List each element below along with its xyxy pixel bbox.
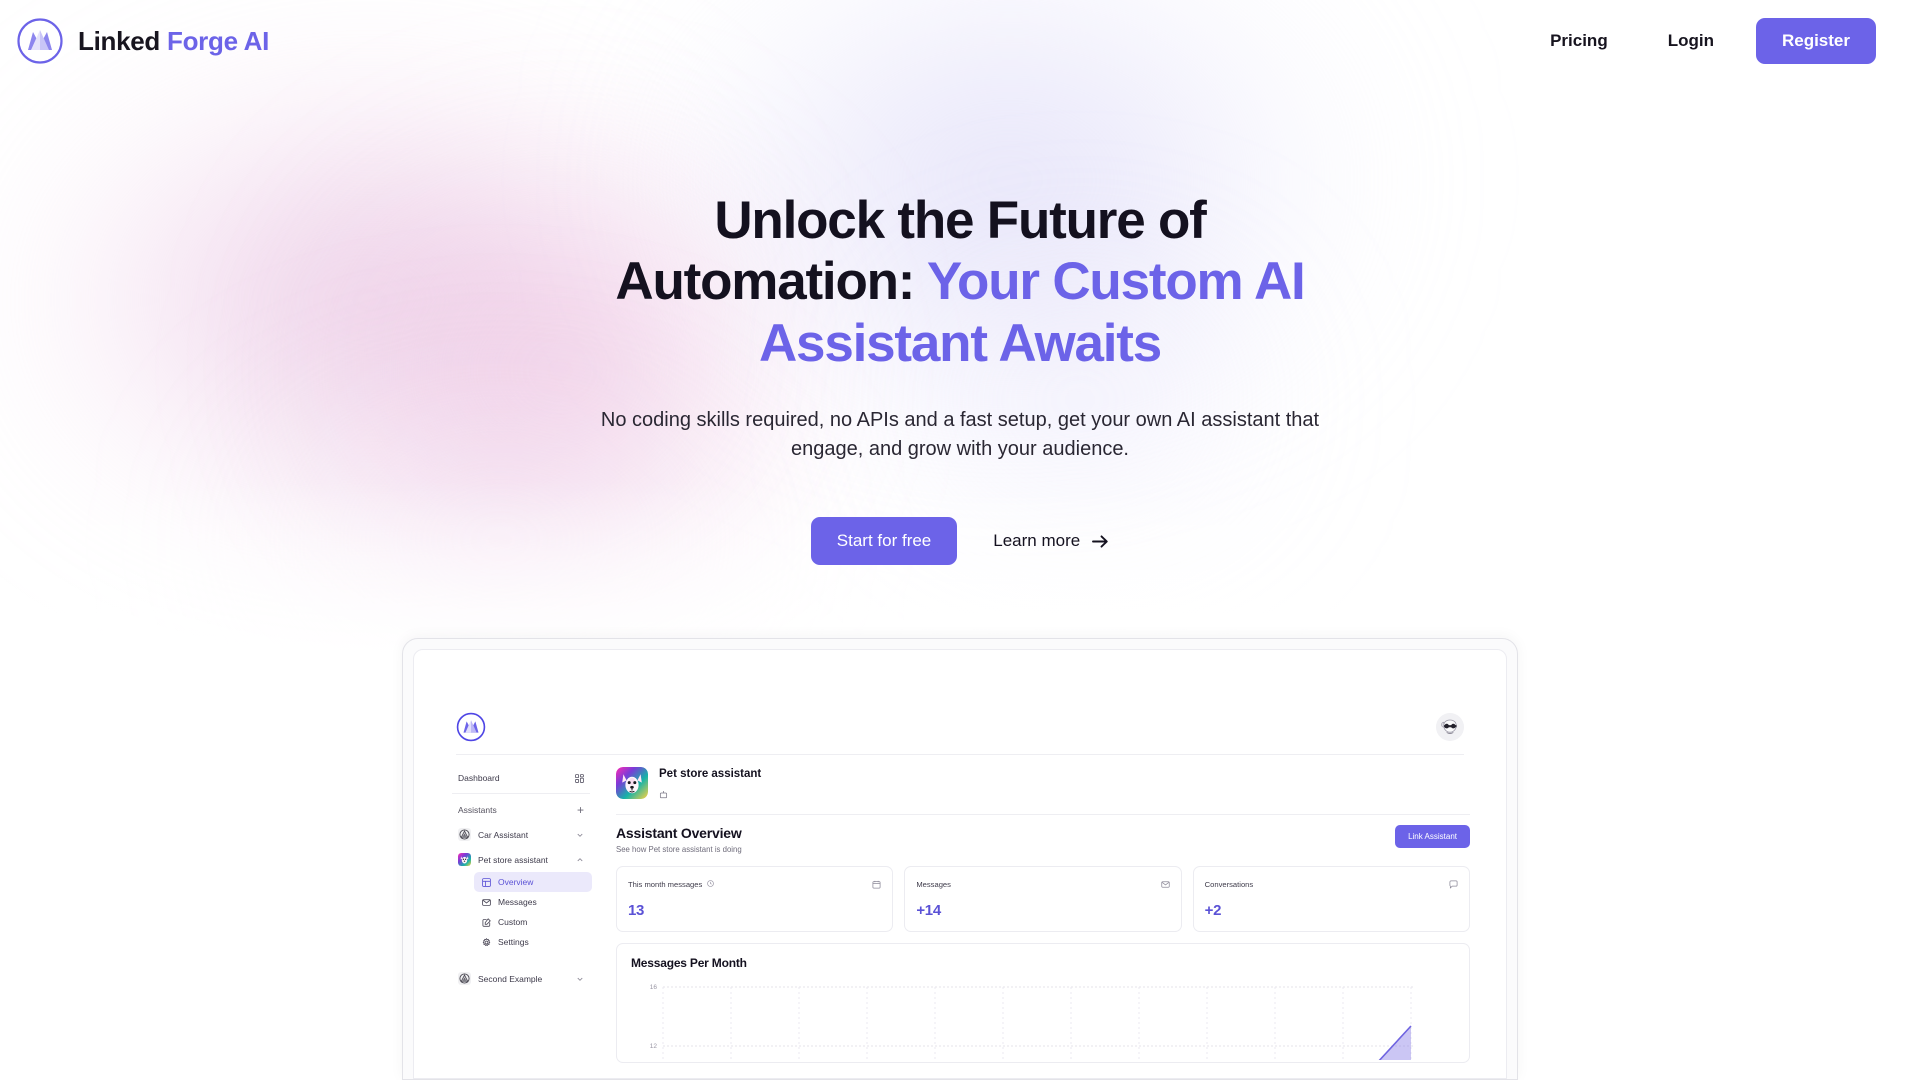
brand-word-two: Forge AI <box>167 25 270 56</box>
sidebar-subitem-overview[interactable]: Overview <box>474 872 592 892</box>
sidebar-sublabel-messages: Messages <box>498 897 537 907</box>
sidebar-subitem-settings[interactable]: Settings <box>474 932 592 952</box>
sidebar-divider <box>452 793 590 794</box>
landing-page: Linked Forge AI Pricing Login Register U… <box>0 0 1920 1080</box>
app-body: Dashboard Assistants + Car Assistant Pet… <box>450 755 1470 1063</box>
nav-link-pricing[interactable]: Pricing <box>1520 21 1638 61</box>
chart-title: Messages Per Month <box>631 955 747 970</box>
stat-label-this-month-messages: This month messages <box>628 880 703 890</box>
overview-title: Assistant Overview <box>616 824 742 841</box>
sidebar-label-pet-store-assistant: Pet store assistant <box>478 854 548 865</box>
plus-icon[interactable]: + <box>577 804 584 816</box>
stat-value-this-month-messages: 13 <box>628 901 645 919</box>
stat-card-group: This month messages 13 Messages +14 Conv… <box>616 865 1470 932</box>
user-avatar-icon[interactable] <box>1436 713 1464 741</box>
chart-ytick-16: 16 <box>650 984 658 991</box>
chevron-down-icon <box>576 975 584 983</box>
hero-title: Unlock the Future of Automation: Your Cu… <box>600 190 1320 374</box>
chart-area-fill <box>1379 1025 1411 1060</box>
edit-square-icon <box>482 917 491 927</box>
app-main: Pet store assistant Assistant Overview S… <box>602 767 1470 1063</box>
app-header <box>456 712 1464 755</box>
chart-line-messages <box>1378 1025 1412 1060</box>
sidebar-item-dashboard[interactable]: Dashboard <box>450 767 592 789</box>
start-for-free-button[interactable]: Start for free <box>810 517 958 566</box>
chart-ytick-12: 12 <box>650 1043 658 1050</box>
nav-link-login[interactable]: Login <box>1638 21 1744 61</box>
second-example-avatar <box>458 972 471 985</box>
sidebar-item-car-assistant[interactable]: Car Assistant <box>450 822 592 847</box>
chart-svg: 16 12 <box>650 984 1415 1060</box>
chat-bubble-icon <box>1449 876 1458 894</box>
brand-word-one: Linked <box>78 25 160 56</box>
pet-store-assistant-avatar <box>458 853 471 866</box>
sidebar-section-assistants: Assistants + <box>450 798 592 822</box>
sidebar-label-second-example: Second Example <box>478 973 543 984</box>
sidebar-label-assistants: Assistants <box>458 805 497 815</box>
laptop-frame: Dashboard Assistants + Car Assistant Pet… <box>402 638 1518 1080</box>
stat-label-messages: Messages <box>916 880 951 890</box>
stat-card-conversations: Conversations +2 <box>1192 865 1470 932</box>
stat-label-conversations: Conversations <box>1204 880 1254 890</box>
sidebar-item-pet-store-assistant[interactable]: Pet store assistant <box>450 847 592 872</box>
assistant-name: Pet store assistant <box>659 768 762 780</box>
robot-icon <box>659 786 761 804</box>
mail-icon <box>482 898 491 907</box>
sidebar-sublabel-custom: Custom <box>498 917 528 927</box>
brand[interactable]: Linked Forge AI <box>16 17 269 65</box>
hero-title-line-1: Unlock the Future of <box>714 191 1206 250</box>
hero-cta-group: Start for free Learn more <box>0 517 1920 566</box>
learn-more-label: Learn more <box>993 531 1081 551</box>
dashboard-grid-icon <box>575 773 584 783</box>
chevron-up-icon <box>576 856 584 864</box>
sidebar-subitem-custom[interactable]: Custom <box>474 912 592 932</box>
stat-card-messages: Messages +14 <box>904 865 1182 932</box>
hero-subtitle-line-2: engage, and grow with your audience. <box>790 437 1129 460</box>
info-clock-icon[interactable] <box>707 880 715 889</box>
sidebar-sublabel-overview: Overview <box>498 877 534 887</box>
link-assistant-button[interactable]: Link Assistant <box>1395 824 1470 848</box>
hero-title-line-3-accent: Assistant Awaits <box>758 313 1162 373</box>
stat-value-messages: +14 <box>916 901 941 919</box>
stat-card-this-month-messages: This month messages 13 <box>616 865 894 932</box>
sidebar-item-second-example[interactable]: Second Example <box>450 966 592 991</box>
overview-subtitle: See how Pet store assistant is doing <box>616 844 742 854</box>
dog-avatar-icon <box>616 767 648 799</box>
stat-value-conversations: +2 <box>1204 901 1222 919</box>
hero-section: Unlock the Future of Automation: Your Cu… <box>0 82 1920 566</box>
assistant-header: Pet store assistant <box>616 767 1470 814</box>
hero-title-line-2-plain: Automation: <box>615 252 927 312</box>
brand-name: Linked Forge AI <box>78 26 269 57</box>
app-logo-icon[interactable] <box>456 712 486 742</box>
hero-subtitle-line-1: No coding skills required, no APIs and a… <box>600 409 1320 432</box>
app-sidebar: Dashboard Assistants + Car Assistant Pet… <box>450 767 602 1063</box>
car-assistant-avatar <box>458 828 471 841</box>
sidebar-subitem-messages[interactable]: Messages <box>474 892 592 912</box>
hero-subtitle: No coding skills required, no APIs and a… <box>580 406 1340 463</box>
arrow-right-icon <box>1092 534 1109 549</box>
sidebar-label-dashboard: Dashboard <box>458 773 500 783</box>
top-navigation-bar: Linked Forge AI Pricing Login Register <box>0 0 1920 82</box>
hero-title-line-2-accent: Your Custom AI <box>926 252 1306 312</box>
linkedforge-logo-icon <box>16 17 64 65</box>
chevron-down-icon <box>576 831 584 839</box>
sidebar-label-car-assistant: Car Assistant <box>478 829 529 840</box>
mail-icon <box>1161 876 1170 894</box>
layout-icon <box>482 877 491 887</box>
learn-more-button[interactable]: Learn more <box>993 531 1109 551</box>
overview-header: Assistant Overview See how Pet store ass… <box>616 815 1470 866</box>
sidebar-sublabel-settings: Settings <box>498 937 529 947</box>
product-preview-mock: Dashboard Assistants + Car Assistant Pet… <box>402 638 1518 1080</box>
app-dashboard: Dashboard Assistants + Car Assistant Pet… <box>414 650 1506 1078</box>
chart-plot-area: 16 12 <box>631 980 1455 1060</box>
register-button[interactable]: Register <box>1755 18 1876 64</box>
messages-per-month-chart-card: Messages Per Month 16 12 <box>616 942 1470 1063</box>
calendar-icon <box>872 876 881 894</box>
nav-actions: Pricing Login Register <box>1520 18 1876 64</box>
gear-icon <box>482 937 491 947</box>
app-screen: Dashboard Assistants + Car Assistant Pet… <box>413 649 1507 1079</box>
